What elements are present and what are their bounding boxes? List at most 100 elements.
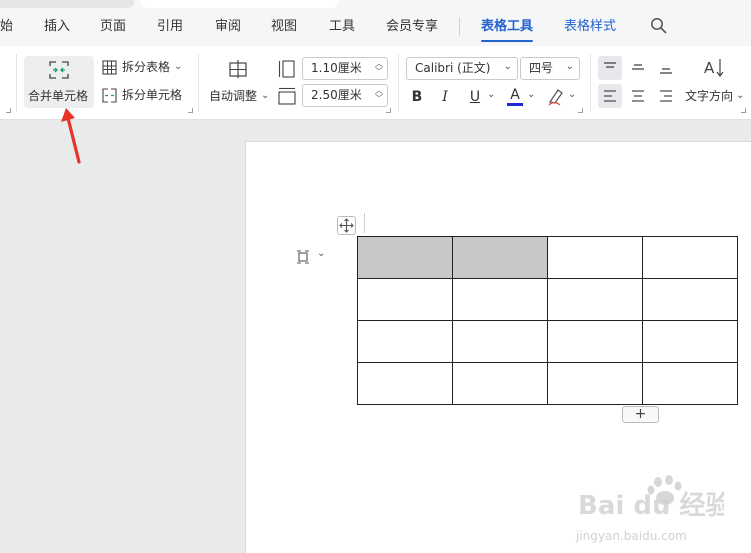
text-cursor-line xyxy=(364,213,365,233)
underline-button[interactable]: U xyxy=(468,88,482,106)
group-expand-icon[interactable] xyxy=(188,108,193,113)
column-width-input[interactable]: 2.50厘米 ︿ ﹀ xyxy=(302,84,388,107)
font-color-letter: A xyxy=(510,87,520,103)
align-right-icon[interactable] xyxy=(659,89,673,103)
row-height-value: 1.10厘米 xyxy=(311,61,362,75)
chevron-down-icon: ⌄ xyxy=(261,90,270,101)
menu-insert[interactable]: 插入 xyxy=(44,18,70,36)
text-direction-icon: A xyxy=(704,59,724,77)
menu-view[interactable]: 视图 xyxy=(271,18,297,36)
chevron-down-icon: ⌄ xyxy=(736,90,745,101)
group-expand-icon[interactable] xyxy=(6,108,11,113)
chevron-down-icon[interactable]: ⌄ xyxy=(527,89,535,100)
table-cell[interactable] xyxy=(357,362,453,405)
align-center-icon[interactable] xyxy=(631,89,645,103)
group-expand-icon[interactable] xyxy=(386,108,391,113)
font-family-value: Calibri (正文) xyxy=(415,61,491,75)
active-tab-underline xyxy=(481,40,533,42)
merge-cells-label: 合并单元格 xyxy=(28,89,89,103)
menu-bar: 始 插入 页面 引用 审阅 视图 工具 会员专享 表格工具 表格样式 xyxy=(0,0,751,46)
watermark-brand: Bai du 经验 xyxy=(578,490,724,521)
align-left-icon[interactable] xyxy=(603,89,617,103)
chevron-down-icon: ⌄ xyxy=(503,61,512,72)
active-document-tab[interactable] xyxy=(140,0,338,8)
table-cell[interactable] xyxy=(642,278,738,321)
table-cell[interactable] xyxy=(547,236,643,279)
table-row xyxy=(357,278,738,321)
table-move-handle[interactable] xyxy=(337,216,356,235)
baidu-watermark: Bai du 经验 jingyan.baidu.com xyxy=(574,472,732,544)
font-color-button[interactable]: A xyxy=(506,86,524,108)
table-cell[interactable] xyxy=(642,320,738,363)
table-cell[interactable] xyxy=(547,362,643,405)
table-cell[interactable] xyxy=(452,278,548,321)
menu-page[interactable]: 页面 xyxy=(100,18,126,36)
align-top-icon[interactable] xyxy=(603,61,617,75)
auto-fit-icon xyxy=(229,60,247,78)
menu-separator xyxy=(459,18,460,36)
tab-table-tools[interactable]: 表格工具 xyxy=(481,18,533,36)
group-expand-icon[interactable] xyxy=(741,108,746,113)
group-separator xyxy=(398,54,399,112)
table-row xyxy=(357,320,738,363)
table-cell[interactable] xyxy=(452,362,548,405)
watermark-site: jingyan.baidu.com xyxy=(575,529,687,543)
font-size-select[interactable]: 四号 ⌄ xyxy=(520,57,580,80)
font-size-value: 四号 xyxy=(529,61,554,75)
font-color-bar xyxy=(507,103,523,106)
column-width-icon xyxy=(278,87,296,105)
align-middle-icon[interactable] xyxy=(631,61,645,75)
row-select-icon xyxy=(297,250,309,264)
italic-button[interactable]: I xyxy=(438,88,452,106)
table-cell[interactable] xyxy=(357,278,453,321)
group-separator xyxy=(198,54,199,112)
red-arrow-annotation xyxy=(61,108,81,164)
bold-button[interactable]: B xyxy=(410,88,424,106)
row-options-button[interactable]: ⌄ xyxy=(292,247,329,267)
search-icon[interactable] xyxy=(650,17,668,35)
chevron-down-icon: ⌄ xyxy=(317,248,326,259)
menu-member[interactable]: 会员专享 xyxy=(386,18,438,36)
spinner-icon[interactable]: ︿ ﹀ xyxy=(375,87,383,103)
menu-review[interactable]: 审阅 xyxy=(215,18,241,36)
table-cell[interactable] xyxy=(642,362,738,405)
menu-start[interactable]: 始 xyxy=(0,18,13,36)
table-row xyxy=(357,362,738,405)
font-family-select[interactable]: Calibri (正文) ⌄ xyxy=(406,57,518,80)
text-direction-button[interactable]: A 文字方向 ⌄ xyxy=(684,56,746,108)
add-row-button[interactable]: + xyxy=(622,406,659,423)
auto-fit-button[interactable]: 自动调整 ⌄ xyxy=(206,57,270,107)
table-cell-selected[interactable] xyxy=(452,236,548,279)
table-cell[interactable] xyxy=(547,278,643,321)
split-cells-label: 拆分单元格 xyxy=(122,88,183,102)
svg-text:A: A xyxy=(704,59,715,77)
table-cell-selected[interactable] xyxy=(357,236,453,279)
chevron-down-icon[interactable]: ⌄ xyxy=(568,89,576,100)
chevron-down-icon[interactable]: ⌄ xyxy=(487,89,495,100)
table-cell[interactable] xyxy=(357,320,453,363)
table-cell[interactable] xyxy=(547,320,643,363)
auto-fit-label: 自动调整 xyxy=(209,89,258,103)
row-height-icon xyxy=(278,60,295,78)
chevron-down-icon: ⌄ xyxy=(565,61,574,72)
chevron-down-icon: ⌄ xyxy=(174,61,183,72)
clear-format-icon[interactable] xyxy=(546,87,566,107)
menu-reference[interactable]: 引用 xyxy=(157,18,183,36)
group-expand-icon[interactable] xyxy=(578,108,583,113)
split-cells-icon xyxy=(102,88,117,103)
split-cells-button[interactable]: 拆分单元格 xyxy=(102,87,186,105)
merge-cells-icon xyxy=(49,61,69,79)
split-table-button[interactable]: 拆分表格 ⌄ xyxy=(102,59,184,77)
spinner-icon[interactable]: ︿ ﹀ xyxy=(375,60,383,76)
document-table[interactable] xyxy=(357,236,738,405)
document-tab-strip[interactable] xyxy=(0,0,134,8)
table-cell[interactable] xyxy=(642,236,738,279)
table-cell[interactable] xyxy=(452,320,548,363)
tab-table-styles[interactable]: 表格样式 xyxy=(564,18,616,36)
merge-cells-button[interactable]: 合并单元格 xyxy=(24,56,94,108)
row-height-input[interactable]: 1.10厘米 ︿ ﹀ xyxy=(302,57,388,80)
align-bottom-icon[interactable] xyxy=(659,61,673,75)
split-table-icon xyxy=(102,60,117,75)
menu-tools[interactable]: 工具 xyxy=(329,18,355,36)
baidu-paw-icon: Bai du 经验 jingyan.baidu.com xyxy=(575,475,732,543)
